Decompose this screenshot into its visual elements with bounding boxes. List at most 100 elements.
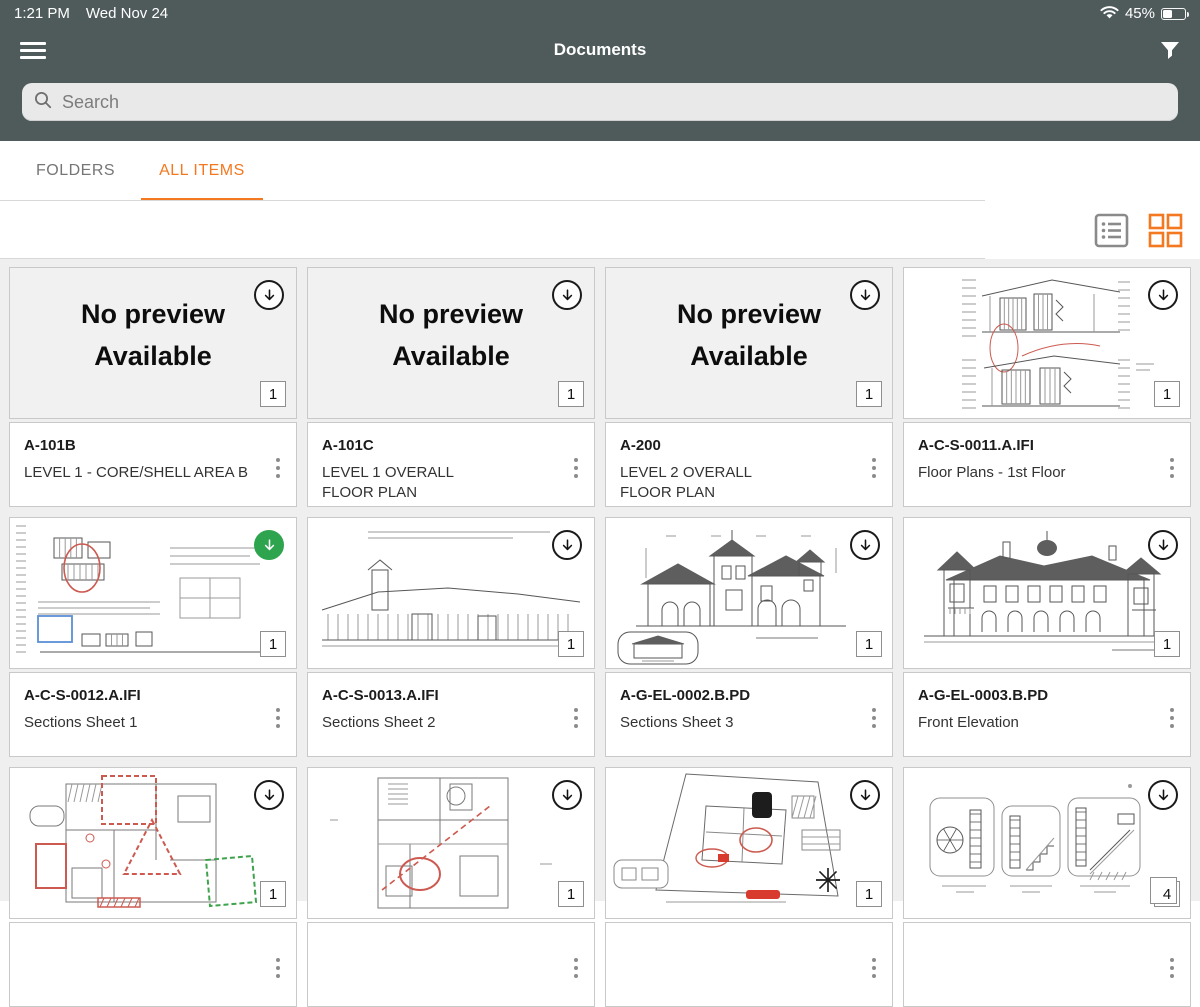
document-card[interactable]: 1 <box>9 767 297 1007</box>
document-card[interactable]: No preview Available 1 A-101C LEVEL 1 OV… <box>307 267 595 507</box>
download-icon[interactable] <box>1148 280 1178 310</box>
document-subtitle: LEVEL 1 - CORE/SHELL AREA B <box>24 464 248 481</box>
document-card[interactable]: No preview Available 1 A-101B LEVEL 1 - … <box>9 267 297 507</box>
document-preview[interactable]: 1 <box>903 267 1191 419</box>
page-count-badge: 1 <box>260 631 286 657</box>
document-preview[interactable]: No preview Available 1 <box>307 267 595 419</box>
document-title: A-G-EL-0003.B.PD <box>918 687 1049 704</box>
document-preview[interactable]: No preview Available 1 <box>9 267 297 419</box>
clock-label: 1:21 PM <box>14 5 70 22</box>
document-title: A-200 <box>620 437 661 454</box>
hamburger-menu-icon[interactable] <box>20 41 46 59</box>
document-preview[interactable]: 1 <box>605 767 893 919</box>
download-icon[interactable] <box>850 780 880 810</box>
document-preview[interactable]: 1 <box>903 517 1191 669</box>
document-subtitle: Sections Sheet 3 <box>620 714 734 731</box>
download-icon[interactable] <box>552 530 582 560</box>
download-icon[interactable] <box>850 530 880 560</box>
more-options-icon[interactable] <box>1162 937 1182 998</box>
search-input[interactable] <box>60 90 1166 114</box>
more-options-icon[interactable] <box>864 437 884 498</box>
grid-view-icon[interactable] <box>1147 212 1184 249</box>
filter-funnel-icon[interactable] <box>1160 41 1180 60</box>
status-bar: 1:21 PM Wed Nov 24 45% <box>0 0 1200 25</box>
more-options-icon[interactable] <box>1162 437 1182 498</box>
download-icon[interactable] <box>1148 530 1178 560</box>
page-count-badge: 1 <box>260 881 286 907</box>
tab-folders[interactable]: FOLDERS <box>36 141 115 201</box>
document-card[interactable]: No preview Available 1 A-200 LEVEL 2 OVE… <box>605 267 893 507</box>
document-preview[interactable]: 1 <box>307 517 595 669</box>
document-subtitle: Front Elevation <box>918 714 1019 731</box>
document-preview[interactable]: 1 <box>307 767 595 919</box>
list-view-icon[interactable] <box>1094 213 1129 248</box>
document-card[interactable]: 1 A-C-S-0011.A.IFI Floor Plans - 1st Flo… <box>903 267 1191 507</box>
document-card[interactable]: 1 A-C-S-0012.A.IFI Sections Sheet 1 <box>9 517 297 757</box>
document-info[interactable] <box>605 922 893 1007</box>
document-info[interactable] <box>307 922 595 1007</box>
more-options-icon[interactable] <box>566 937 586 998</box>
document-info[interactable]: A-G-EL-0003.B.PD Front Elevation <box>903 672 1191 757</box>
page-count-badge: 1 <box>856 381 882 407</box>
document-subtitle: Floor Plans - 1st Floor <box>918 464 1066 481</box>
page-count-badge: 1 <box>1154 631 1180 657</box>
document-info[interactable]: A-G-EL-0002.B.PD Sections Sheet 3 <box>605 672 893 757</box>
download-icon[interactable] <box>254 280 284 310</box>
document-card[interactable]: 1 <box>307 767 595 1007</box>
download-icon[interactable] <box>254 780 284 810</box>
search-box[interactable] <box>22 83 1178 121</box>
download-icon[interactable] <box>254 530 284 560</box>
document-info[interactable]: A-101C LEVEL 1 OVERALL FLOOR PLAN <box>307 422 595 507</box>
tab-bar: FOLDERS ALL ITEMS <box>0 141 1200 201</box>
document-subtitle: LEVEL 1 OVERALL FLOOR PLAN <box>322 464 455 502</box>
document-info[interactable]: A-C-S-0012.A.IFI Sections Sheet 1 <box>9 672 297 757</box>
more-options-icon[interactable] <box>566 687 586 748</box>
document-subtitle: LEVEL 2 OVERALL FLOOR PLAN <box>620 464 753 502</box>
download-icon[interactable] <box>552 780 582 810</box>
download-icon[interactable] <box>1148 780 1178 810</box>
more-options-icon[interactable] <box>1162 687 1182 748</box>
toolbar-divider <box>0 258 985 259</box>
no-preview-label: No preview Available <box>676 299 822 371</box>
document-card[interactable]: 1 A-G-EL-0002.B.PD Sections Sheet 3 <box>605 517 893 757</box>
document-preview[interactable]: 1 <box>9 767 297 919</box>
page-count-badge: 1 <box>1154 381 1180 407</box>
document-info[interactable]: A-C-S-0011.A.IFI Floor Plans - 1st Floor <box>903 422 1191 507</box>
download-icon[interactable] <box>552 280 582 310</box>
more-options-icon[interactable] <box>268 687 288 748</box>
document-info[interactable]: A-C-S-0013.A.IFI Sections Sheet 2 <box>307 672 595 757</box>
more-options-icon[interactable] <box>268 937 288 998</box>
more-options-icon[interactable] <box>864 687 884 748</box>
document-card[interactable]: 4 <box>903 767 1191 1007</box>
document-info[interactable] <box>903 922 1191 1007</box>
more-options-icon[interactable] <box>268 437 288 498</box>
document-card[interactable]: 1 A-G-EL-0003.B.PD Front Elevation <box>903 517 1191 757</box>
document-info[interactable]: A-200 LEVEL 2 OVERALL FLOOR PLAN <box>605 422 893 507</box>
document-title: A-101B <box>24 437 76 454</box>
more-options-icon[interactable] <box>566 437 586 498</box>
document-subtitle: Sections Sheet 1 <box>24 714 138 731</box>
tab-all-items[interactable]: ALL ITEMS <box>141 141 263 201</box>
download-icon[interactable] <box>850 280 880 310</box>
content-area: No preview Available 1 A-101B LEVEL 1 - … <box>0 259 1200 1007</box>
document-preview[interactable]: 1 <box>9 517 297 669</box>
card-grid: No preview Available 1 A-101B LEVEL 1 - … <box>9 267 1191 1007</box>
document-subtitle: Sections Sheet 2 <box>322 714 436 731</box>
document-info[interactable] <box>9 922 297 1007</box>
page-count-badge: 1 <box>856 881 882 907</box>
wifi-icon <box>1100 5 1119 23</box>
more-options-icon[interactable] <box>864 937 884 998</box>
battery-icon <box>1161 7 1189 20</box>
no-preview-label: No preview Available <box>378 299 524 371</box>
document-preview[interactable]: 1 <box>605 517 893 669</box>
document-info[interactable]: A-101B LEVEL 1 - CORE/SHELL AREA B <box>9 422 297 507</box>
document-card[interactable]: 1 <box>605 767 893 1007</box>
page-count-badge: 1 <box>260 381 286 407</box>
nav-bar: Documents <box>0 25 1200 75</box>
document-preview[interactable]: 4 <box>903 767 1191 919</box>
no-preview-label: No preview Available <box>80 299 226 371</box>
search-row <box>0 75 1200 141</box>
document-card[interactable]: 1 A-C-S-0013.A.IFI Sections Sheet 2 <box>307 517 595 757</box>
document-preview[interactable]: No preview Available 1 <box>605 267 893 419</box>
page-count-badge: 4 <box>1150 877 1180 907</box>
